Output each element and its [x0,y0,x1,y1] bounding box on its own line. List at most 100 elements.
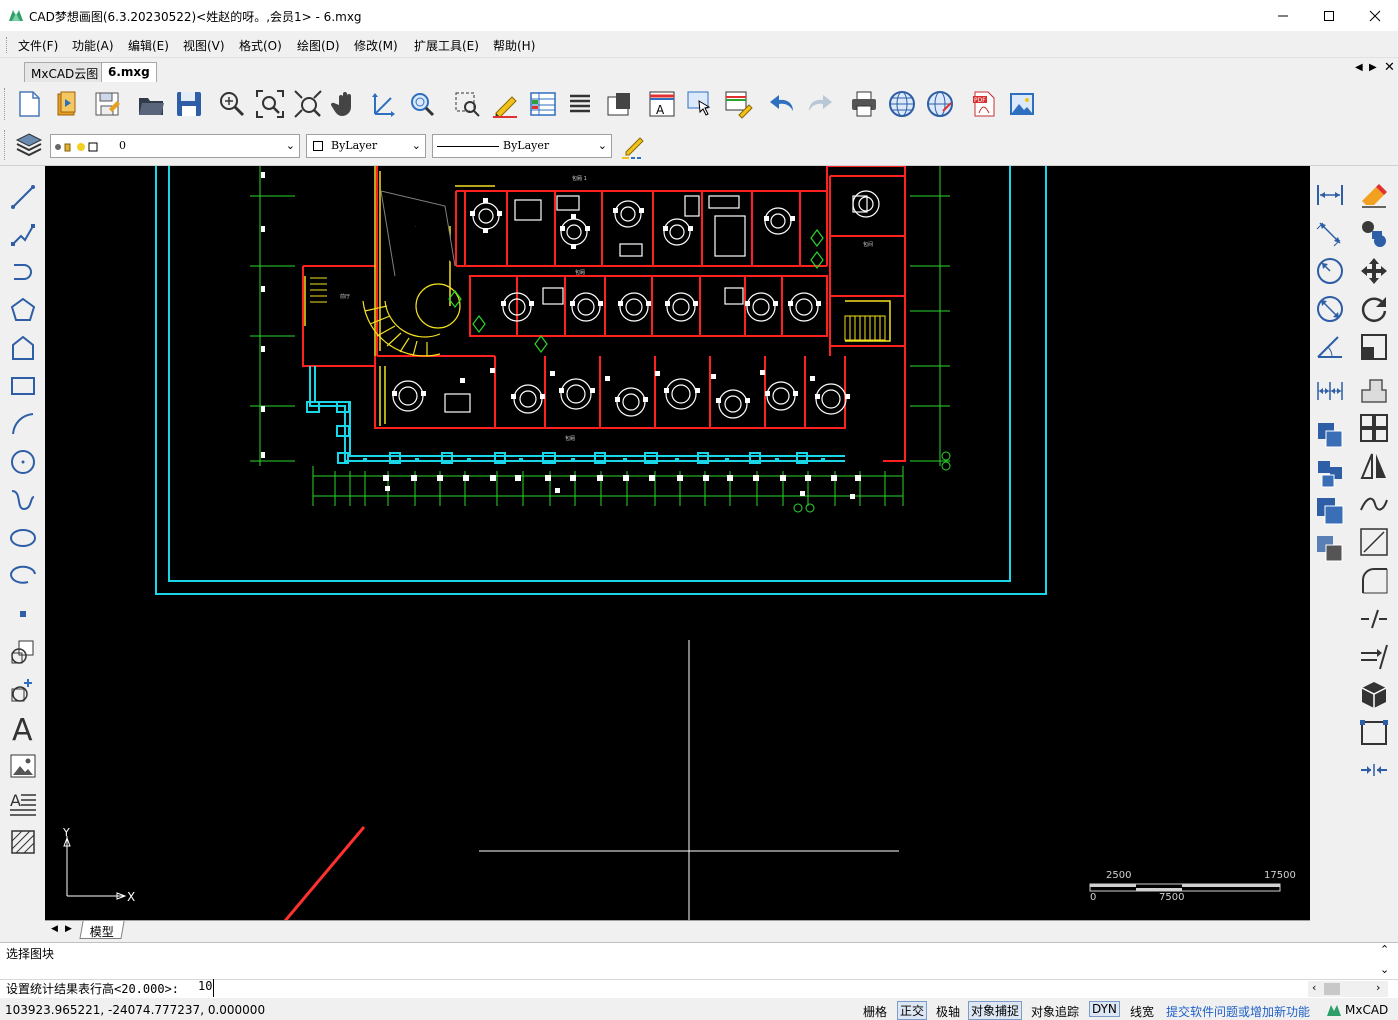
zoom-extents-button[interactable] [253,87,287,121]
ellipse-tool[interactable] [6,521,40,555]
linetype-dropdown[interactable]: ByLayer ⌄ [432,134,612,158]
cmd-scroll-down-icon[interactable]: ⌄ [1380,963,1389,976]
rotate-tool[interactable] [1356,291,1392,327]
save-as-button[interactable] [90,87,124,121]
text-tool[interactable]: A [6,711,40,745]
menu-help[interactable]: 帮助(H) [493,37,535,54]
dim-angular-tool[interactable] [1312,329,1348,365]
toggle-dyn[interactable]: DYN [1089,1001,1120,1017]
curve-tool[interactable] [1356,486,1392,522]
chamfer-tool[interactable] [1356,524,1392,560]
line-tool[interactable] [6,180,40,214]
tab-6-mxg[interactable]: 6.mxg [101,62,157,82]
fillet-tool[interactable] [1356,562,1392,598]
layout-scroll-left-icon[interactable]: ◀ [51,924,58,934]
house-shape-tool[interactable] [6,331,40,365]
properties-button[interactable] [564,87,598,121]
web-open-button[interactable] [923,87,957,121]
dim-continue-tool[interactable] [1312,372,1348,408]
join-tool[interactable] [1356,752,1392,788]
match-properties-button[interactable] [602,87,636,121]
color-dropdown[interactable]: ByLayer ⌄ [306,134,426,158]
point-tool[interactable] [6,597,40,631]
tab-scroll-left-icon[interactable]: ◀ [1355,62,1363,73]
tab-close-icon[interactable]: ✕ [1384,60,1395,75]
spline-tool[interactable] [6,483,40,517]
close-button[interactable] [1352,0,1398,31]
lineweight-button[interactable] [616,128,650,162]
open-button[interactable] [134,87,168,121]
copy-tool[interactable] [1312,417,1348,453]
clean-drawing-button[interactable] [721,87,755,121]
scale-tool[interactable] [1356,329,1392,365]
menu-file[interactable]: 文件(F) [18,37,58,54]
menu-format[interactable]: 格式(O) [239,37,282,54]
feedback-link[interactable]: 提交软件问题或增加新功能 [1166,1003,1310,1020]
open-template-button[interactable] [50,87,84,121]
menu-edit[interactable]: 编辑(E) [128,37,169,54]
web-publish-button[interactable] [885,87,919,121]
hatch-tool[interactable] [6,825,40,859]
toggle-grid[interactable]: 栅格 [863,1003,887,1020]
export-pdf-button[interactable]: PDF [967,87,1001,121]
toggle-ortho[interactable]: 正交 [897,1001,928,1020]
hscroll-thumb[interactable] [1324,983,1340,995]
stretch-tool[interactable] [1356,372,1392,408]
circle-tool[interactable] [6,445,40,479]
zoom-window-button[interactable] [215,87,249,121]
3d-box-tool[interactable] [1356,676,1392,712]
dim-radius-tool[interactable] [1312,253,1348,289]
layer-manager-button[interactable] [526,87,560,121]
command-input[interactable]: 10 [198,979,215,997]
zoom-realtime-button[interactable] [405,87,439,121]
menu-extensions[interactable]: 扩展工具(E) [414,37,479,54]
array-tool[interactable] [1312,455,1348,491]
select-window-button[interactable] [450,87,484,121]
export-image-button[interactable] [1005,87,1039,121]
layer-dropdown[interactable]: 0 ⌄ [50,134,300,158]
mtext-tool[interactable]: A [6,787,40,821]
move-tool[interactable] [1356,253,1392,289]
tab-mxcad-cloud[interactable]: MxCAD云图 [24,62,106,82]
insert-block-tool[interactable] [6,635,40,669]
layer-properties-button[interactable] [12,128,46,162]
layout-tab-model[interactable]: 模型 [79,921,125,939]
undo-button[interactable] [765,87,799,121]
insert-image-tool[interactable] [6,749,40,783]
toggle-osnap[interactable]: 对象捕捉 [968,1001,1023,1020]
redo-button[interactable] [803,87,837,121]
layout-scroll-right-icon[interactable]: ▶ [65,924,72,934]
hscroll-right-icon[interactable]: › [1376,981,1380,994]
maximize-button[interactable] [1306,0,1352,31]
toggle-lineweight[interactable]: 线宽 [1130,1003,1154,1020]
polyline-tool[interactable] [6,217,40,251]
explode-grid-tool[interactable] [1356,410,1392,446]
erase-tool[interactable] [1356,177,1392,213]
drawing-canvas[interactable]: 包厢 1包厢包厢大堂包间前厅 2500 17500 0 7500 Y X [45,166,1310,920]
hscroll-left-icon[interactable]: ‹ [1312,981,1316,994]
move-copy-tool[interactable] [1356,215,1392,251]
arc-tool[interactable] [6,407,40,441]
arc-polyline-tool[interactable] [6,255,40,289]
menu-view[interactable]: 视图(V) [183,37,225,54]
toggle-polar[interactable]: 极轴 [936,1003,960,1020]
menu-draw[interactable]: 绘图(D) [297,37,340,54]
mirror-tool[interactable] [1356,448,1392,484]
make-block-tool[interactable] [6,673,40,707]
print-button[interactable] [847,87,881,121]
extend-tool[interactable] [1356,638,1392,674]
markup-pen-button[interactable] [488,87,522,121]
minimize-button[interactable] [1260,0,1306,31]
menu-modify[interactable]: 修改(M) [354,37,398,54]
tab-scroll-right-icon[interactable]: ▶ [1369,62,1377,73]
dim-aligned-tool[interactable] [1312,215,1348,251]
polygon-tool[interactable] [6,293,40,327]
zoom-all-button[interactable] [291,87,325,121]
new-file-button[interactable] [12,87,46,121]
region-tool[interactable] [1356,714,1392,750]
text-style-button[interactable]: A [645,87,679,121]
offset-tool[interactable] [1312,493,1348,529]
ucs-button[interactable] [367,87,401,121]
ellipse-arc-tool[interactable] [6,559,40,593]
cmd-scroll-up-icon[interactable]: ⌃ [1380,943,1389,956]
